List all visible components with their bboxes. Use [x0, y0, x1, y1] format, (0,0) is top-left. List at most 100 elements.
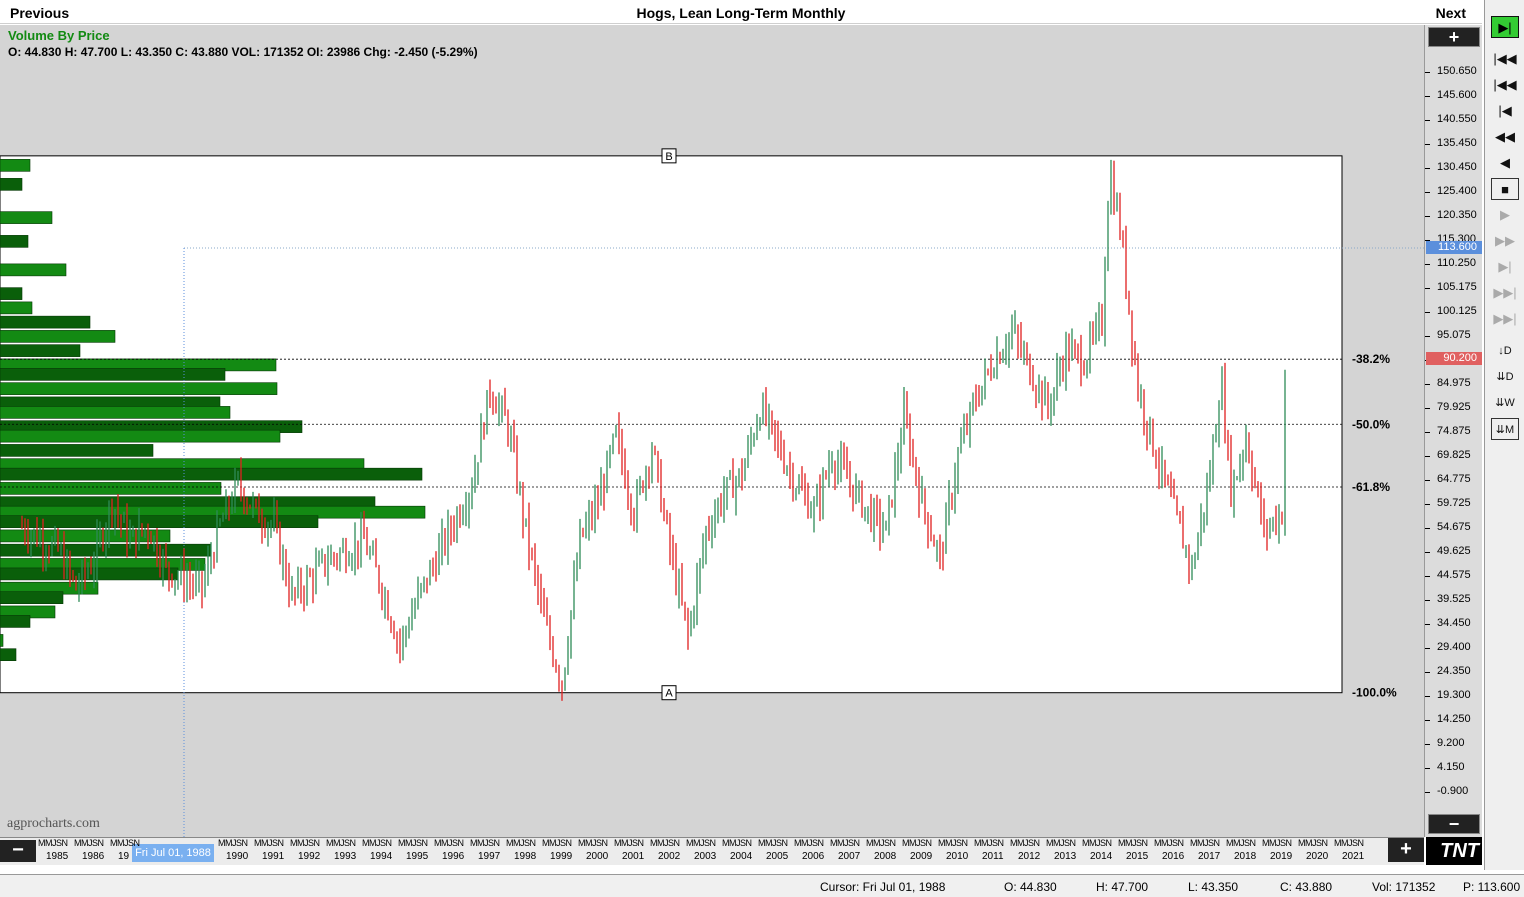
y-tick-label: 49.625	[1437, 544, 1471, 557]
weekly-period-button[interactable]: ⇊W	[1491, 392, 1519, 414]
x-year-label: 2011	[982, 851, 1004, 862]
y-tick-mark	[1425, 72, 1430, 73]
volume-bar	[0, 444, 154, 457]
fast-forward-icon[interactable]: ▶▶	[1491, 230, 1519, 252]
x-year-label: 2004	[730, 851, 753, 862]
watermark: agprocharts.com	[7, 816, 100, 831]
x-month-marks: MMJSN	[1190, 838, 1220, 848]
status-bar: Cursor: Fri Jul 01, 1988 O: 44.830 H: 47…	[0, 874, 1524, 897]
cursor-price-label: 113.600	[1426, 241, 1482, 255]
volume-bar	[0, 429, 281, 443]
y-tick-mark	[1425, 263, 1430, 265]
time-zoom-in-button[interactable]: +	[1388, 838, 1424, 862]
monthly-period-button[interactable]: ⇊M	[1491, 418, 1519, 440]
y-tick-label: 44.575	[1437, 568, 1471, 581]
fast-back-icon[interactable]: |◀◀	[1491, 74, 1519, 96]
x-year-label: 2015	[1126, 851, 1149, 862]
y-tick-mark	[1425, 336, 1430, 338]
fib-level-label: -50.0%	[1352, 417, 1390, 431]
last-price-label: 90.200	[1426, 352, 1482, 366]
stop-icon[interactable]: ■	[1491, 178, 1519, 200]
chart-area[interactable]: B A -38.2% -50.0% -61.8% -100.0%	[0, 25, 1424, 837]
volume-bar	[0, 648, 17, 661]
zoom-out-button[interactable]: −	[1428, 814, 1480, 834]
volume-bar	[0, 634, 4, 647]
daily-compress-button[interactable]: ⇊D	[1491, 366, 1519, 388]
price-chart[interactable]: B A -38.2% -50.0% -61.8% -100.0%	[0, 25, 1424, 837]
price-axis[interactable]: + − 150.650 145.600 140.550 135.450 130.450 1…	[1424, 25, 1482, 837]
volume-bar	[0, 482, 222, 495]
status-volume: Vol: 171352	[1372, 880, 1436, 894]
step-end-icon[interactable]: ▶|	[1491, 256, 1519, 278]
rewind-icon[interactable]: ◀◀	[1491, 126, 1519, 148]
y-tick-mark	[1425, 408, 1430, 409]
volume-bar	[0, 178, 23, 191]
play-icon[interactable]: ▶|	[1491, 16, 1519, 38]
y-tick-label: 150.650	[1437, 65, 1477, 77]
x-year-label: 1999	[550, 851, 573, 862]
y-tick-mark	[1425, 575, 1430, 577]
status-low: L: 43.350	[1188, 880, 1239, 894]
x-year-label: 1996	[442, 851, 465, 862]
y-tick-mark	[1425, 696, 1430, 698]
x-year-label: 1985	[46, 851, 69, 862]
y-tick-label: 74.875	[1437, 425, 1471, 437]
forward-icon[interactable]: ▶	[1491, 204, 1519, 226]
x-month-marks: MMJSN	[398, 838, 428, 848]
y-tick-label: 64.775	[1437, 472, 1471, 485]
y-tick-mark	[1425, 215, 1430, 217]
skip-start-icon[interactable]: |◀◀	[1491, 48, 1519, 70]
y-tick-mark	[1425, 119, 1430, 121]
x-year-label: 1991	[262, 851, 285, 862]
x-month-marks: MMJSN	[110, 838, 140, 848]
x-year-label: 1992	[298, 851, 321, 862]
x-year-label: 2000	[586, 851, 609, 862]
fib-level-label: -38.2%	[1352, 352, 1390, 366]
y-tick-label: 24.350	[1437, 665, 1471, 678]
daily-period-button[interactable]: ↓D	[1491, 340, 1519, 362]
next-button[interactable]: Next	[1436, 5, 1466, 21]
x-month-marks: MMJSN	[362, 838, 392, 848]
y-tick-mark	[1425, 744, 1430, 746]
time-axis[interactable]: − Fri Jul 01, 1988 MMJSN 1985 MMJSN 1986 MMJ…	[0, 837, 1424, 865]
x-month-marks: MMJSN	[938, 838, 968, 848]
volume-bar	[0, 263, 67, 277]
y-tick-mark	[1425, 624, 1430, 626]
x-year-label: 2012	[1018, 851, 1041, 862]
x-year-label: 2014	[1090, 851, 1113, 862]
back-icon[interactable]: ◀	[1491, 152, 1519, 174]
y-tick-label: 110.250	[1437, 256, 1476, 269]
x-month-marks: MMJSN	[722, 838, 752, 848]
x-month-marks: MMJSN	[1298, 838, 1328, 848]
time-zoom-out-button[interactable]: −	[0, 840, 36, 862]
step-start-icon[interactable]: |◀	[1491, 100, 1519, 122]
y-tick-mark	[1425, 432, 1430, 433]
y-tick-mark	[1425, 599, 1430, 601]
x-year-label: 2002	[658, 851, 681, 862]
x-month-marks: MMJSN	[434, 838, 464, 848]
y-tick-label: 100.125	[1437, 305, 1477, 318]
marker-a-label: A	[665, 688, 673, 700]
skip-end-icon[interactable]: ▶▶|	[1491, 282, 1519, 304]
x-month-marks: MMJSN	[686, 838, 716, 848]
y-tick-label: 125.400	[1437, 184, 1477, 197]
y-tick-mark	[1425, 144, 1430, 146]
x-year-label: 2020	[1306, 851, 1329, 862]
y-tick-mark	[1425, 288, 1430, 290]
x-month-marks: MMJSN	[1010, 838, 1040, 848]
x-year-label: 1998	[514, 851, 537, 862]
zoom-in-button[interactable]: +	[1428, 27, 1480, 47]
x-month-marks: MMJSN	[1226, 838, 1256, 848]
end-icon[interactable]: ▶▶|	[1491, 308, 1519, 330]
top-bar: Previous Hogs, Lean Long-Term Monthly Ne…	[0, 0, 1482, 24]
volume-bar	[0, 567, 179, 581]
x-year-label: 2001	[622, 851, 645, 862]
y-tick-mark	[1425, 768, 1430, 769]
x-year-label: 2017	[1198, 851, 1221, 862]
x-year-label: 2021	[1342, 851, 1365, 862]
status-close: C: 43.880	[1280, 880, 1333, 894]
x-month-marks: MMJSN	[650, 838, 680, 848]
y-tick-label: 9.200	[1437, 737, 1465, 750]
x-month-marks: MMJSN	[830, 838, 860, 848]
x-month-marks: MMJSN	[326, 838, 356, 848]
